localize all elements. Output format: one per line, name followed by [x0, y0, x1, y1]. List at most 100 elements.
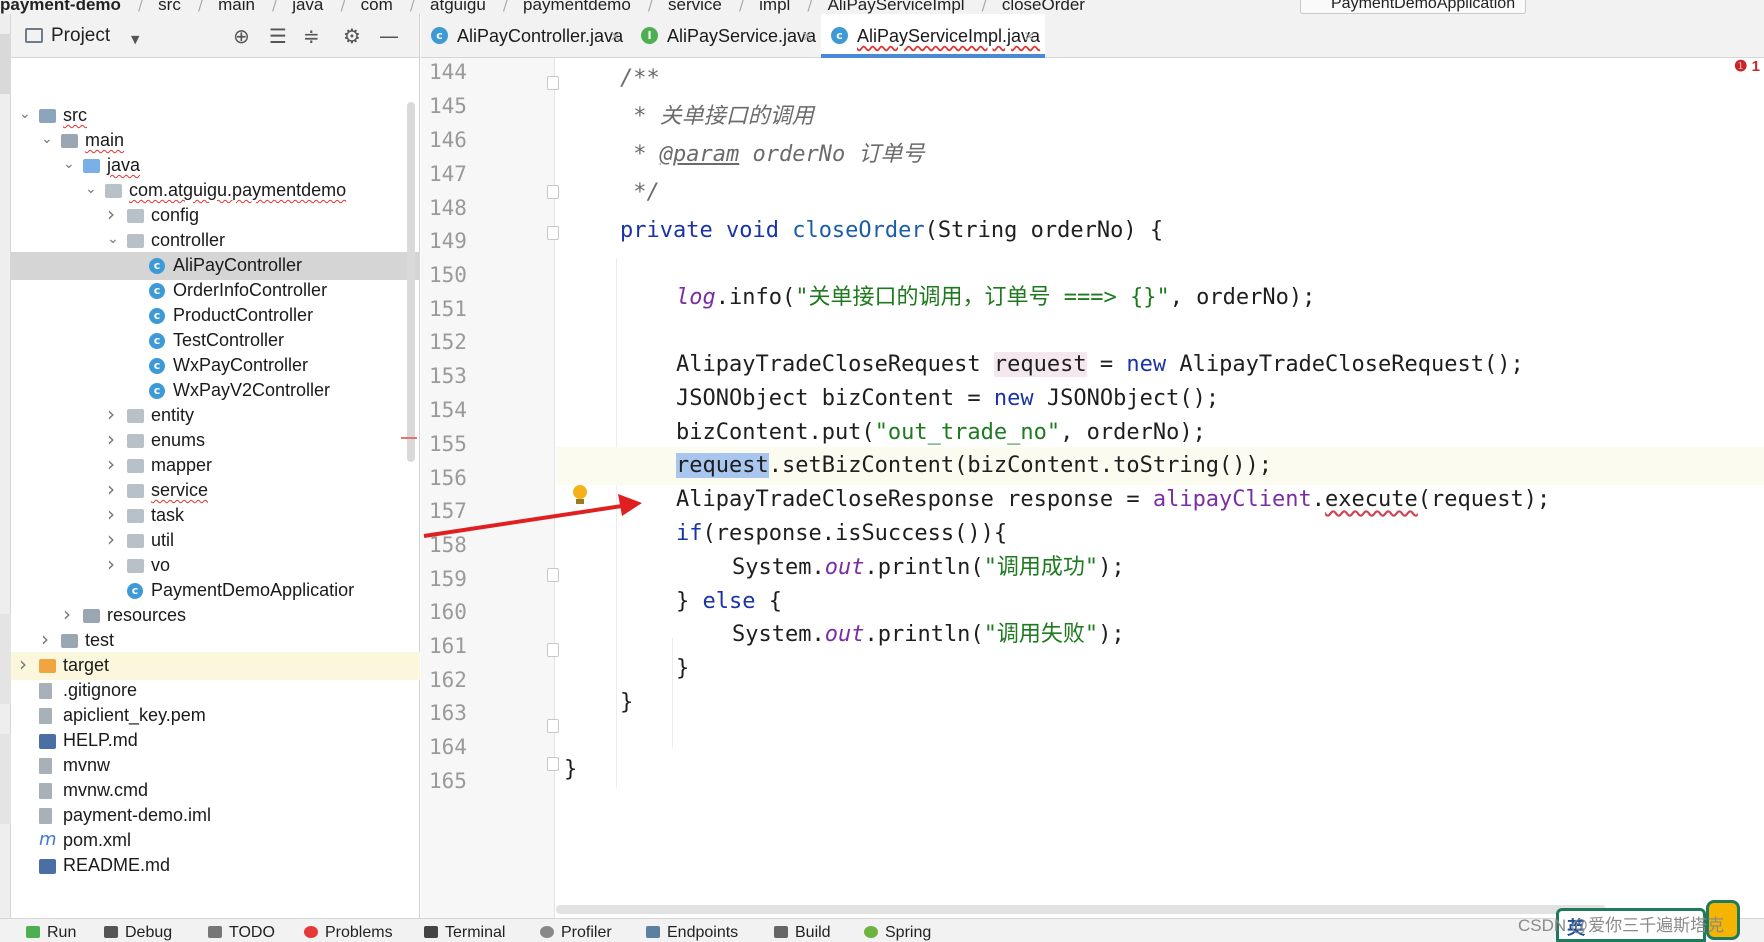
chevron-right-icon[interactable]: ›: [19, 652, 27, 676]
tree-item[interactable]: c ProductController: [11, 302, 420, 330]
tree-item[interactable]: c TestController: [11, 327, 420, 355]
debug-tool-button[interactable]: Debug: [104, 924, 172, 942]
tree-item[interactable]: ⌄ main: [11, 127, 420, 155]
close-icon[interactable]: ×: [1023, 27, 1036, 45]
breadcrumb-project[interactable]: payment-demo: [0, 0, 121, 13]
tree-item[interactable]: c AliPayController: [11, 252, 420, 280]
breadcrumb-item[interactable]: AliPayServiceImpl: [828, 0, 965, 13]
tree-item[interactable]: README.md: [11, 852, 420, 880]
tree-item[interactable]: › service: [11, 477, 420, 505]
breadcrumb-item[interactable]: impl: [759, 0, 790, 13]
run-tool-button[interactable]: Run: [26, 924, 76, 942]
breadcrumb-item[interactable]: paymentdemo: [523, 0, 631, 13]
tree-item[interactable]: HELP.md: [11, 727, 420, 755]
chevron-right-icon[interactable]: ›: [107, 527, 115, 551]
expand-all-icon[interactable]: ☰: [269, 24, 287, 48]
chevron-right-icon[interactable]: ›: [107, 477, 115, 501]
doc-comment-text: 关单接口的调用: [659, 104, 814, 129]
keyword: new: [993, 386, 1034, 411]
run-configuration-dropdown[interactable]: PaymentDemoApplication: [1300, 0, 1527, 14]
close-icon[interactable]: ×: [801, 27, 814, 45]
collapse-all-icon[interactable]: ≑: [303, 24, 320, 48]
structure-tool-tab[interactable]: [0, 614, 11, 704]
tree-item[interactable]: apiclient_key.pem: [11, 702, 420, 730]
chevron-down-icon[interactable]: ⌄: [19, 106, 31, 122]
problems-tool-button[interactable]: Problems: [304, 924, 393, 942]
gear-icon[interactable]: ⚙: [343, 24, 361, 48]
chevron-right-icon[interactable]: ›: [107, 552, 115, 576]
keyword: void: [712, 218, 779, 243]
tree-item[interactable]: › entity: [11, 402, 420, 430]
endpoints-tool-button[interactable]: Endpoints: [646, 924, 738, 942]
line-number: 145: [429, 94, 467, 118]
editor-horizontal-scrollbar[interactable]: [556, 905, 1606, 914]
tab-alipay-service[interactable]: I AliPayService.java ×: [631, 14, 821, 58]
tree-scrollbar[interactable]: [407, 102, 415, 462]
build-tool-button[interactable]: Build: [774, 924, 831, 942]
chevron-right-icon[interactable]: ›: [107, 202, 115, 226]
error-icon: [304, 926, 318, 938]
tree-item[interactable]: c PaymentDemoApplicatior: [11, 577, 420, 605]
tree-item[interactable]: payment-demo.iml: [11, 802, 420, 830]
tree-item[interactable]: › resources: [11, 602, 420, 630]
tree-item[interactable]: .gitignore: [11, 677, 420, 705]
tree-item[interactable]: › mapper: [11, 452, 420, 480]
project-panel-title[interactable]: Project: [51, 25, 110, 47]
tree-item[interactable]: › target: [11, 652, 420, 680]
tree-item[interactable]: › enums: [11, 427, 420, 455]
chevron-right-icon[interactable]: ›: [107, 452, 115, 476]
tree-item[interactable]: ⌄ src: [11, 102, 420, 130]
spring-tool-button[interactable]: Spring: [864, 924, 931, 942]
code-editor[interactable]: /** * 关单接口的调用 * @param orderNo 订单号 */ pr…: [556, 58, 1764, 908]
chevron-right-icon[interactable]: ›: [107, 427, 115, 451]
profiler-tool-button[interactable]: Profiler: [540, 924, 612, 942]
tree-item[interactable]: ⌄ com.atguigu.paymentdemo: [11, 177, 420, 205]
code-line-156: AlipayTradeCloseResponse response = alip…: [556, 481, 1764, 519]
package-icon: [127, 434, 144, 448]
tree-item[interactable]: ⌄ java: [11, 152, 420, 180]
close-icon[interactable]: ×: [609, 27, 622, 45]
tree-item[interactable]: c WxPayController: [11, 352, 420, 380]
tree-item[interactable]: › task: [11, 502, 420, 530]
chevron-down-icon[interactable]: ⌄: [107, 231, 119, 247]
tree-item[interactable]: mvnw: [11, 752, 420, 780]
project-tool-tab[interactable]: [0, 34, 11, 94]
breadcrumb-item[interactable]: closeOrder: [1002, 0, 1085, 13]
breadcrumb-item[interactable]: main: [218, 0, 255, 13]
tree-item-label: vo: [151, 555, 171, 575]
breadcrumb-item[interactable]: atguigu: [430, 0, 486, 13]
locate-file-icon[interactable]: ⊕: [233, 24, 250, 48]
chevron-down-icon[interactable]: ⌄: [85, 181, 97, 197]
tree-item[interactable]: › vo: [11, 552, 420, 580]
tree-item[interactable]: c WxPayV2Controller: [11, 377, 420, 405]
chevron-down-icon[interactable]: ⌄: [63, 156, 75, 172]
tree-item[interactable]: › util: [11, 527, 420, 555]
tree-item[interactable]: c OrderInfoController: [11, 277, 420, 305]
tab-alipay-service-impl[interactable]: c AliPayServiceImpl.java ×: [821, 14, 1045, 58]
hide-panel-icon[interactable]: —: [379, 24, 399, 48]
tab-alipay-controller[interactable]: c AliPayController.java ×: [421, 14, 631, 58]
code-line-153: JSONObject bizContent = new JSONObject()…: [556, 380, 1764, 418]
chevron-right-icon[interactable]: ›: [107, 402, 115, 426]
breadcrumb-item[interactable]: service: [668, 0, 722, 13]
tree-item-label: main: [85, 130, 125, 150]
chevron-down-icon[interactable]: ⌄: [41, 131, 53, 147]
breadcrumb-item[interactable]: java: [292, 0, 323, 13]
code-text: }: [676, 589, 703, 614]
chevron-down-icon[interactable]: ▼: [131, 33, 139, 46]
class-icon: c: [149, 258, 165, 274]
tree-item[interactable]: › test: [11, 627, 420, 655]
breadcrumb-item[interactable]: com: [361, 0, 393, 13]
chevron-right-icon[interactable]: ›: [107, 502, 115, 526]
tree-item[interactable]: › config: [11, 202, 420, 230]
chevron-right-icon[interactable]: ›: [41, 627, 49, 651]
tree-item[interactable]: mvnw.cmd: [11, 777, 420, 805]
tree-item[interactable]: m pom.xml: [11, 827, 420, 855]
favorites-tool-tab[interactable]: [0, 734, 11, 824]
todo-tool-button[interactable]: TODO: [208, 924, 275, 942]
tree-item-label: README.md: [63, 855, 171, 875]
chevron-right-icon[interactable]: ›: [63, 602, 71, 626]
tree-item[interactable]: ⌄ controller: [11, 227, 420, 255]
breadcrumb-item[interactable]: src: [158, 0, 181, 13]
terminal-tool-button[interactable]: Terminal: [424, 924, 505, 942]
